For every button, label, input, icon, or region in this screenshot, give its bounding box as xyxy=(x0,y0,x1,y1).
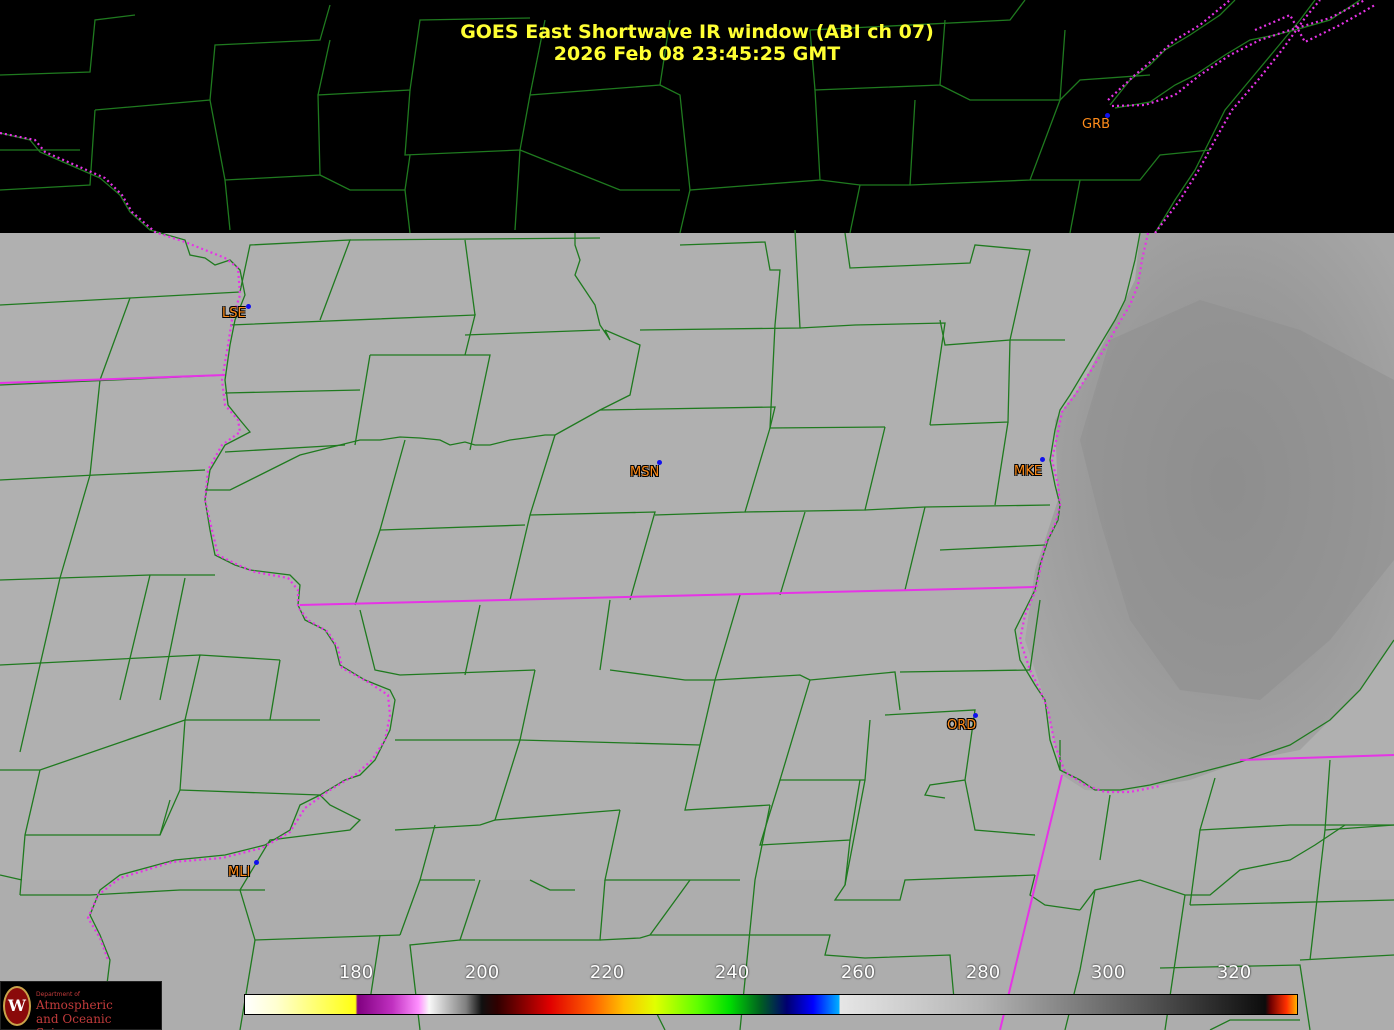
colorbar-tick-240: 240 xyxy=(714,962,750,983)
colorbar-tick-180: 180 xyxy=(338,962,374,983)
university-seal-icon: W xyxy=(3,986,31,1026)
logo-text-line2: and Oceanic Sciences xyxy=(36,1012,112,1030)
colorbar-tick-280: 280 xyxy=(965,962,1001,983)
station-dot-lse xyxy=(246,304,251,309)
station-label-msn: MSN xyxy=(630,465,660,480)
image-title: GOES East Shortwave IR window (ABI ch 07… xyxy=(460,21,934,43)
station-label-ord: ORD xyxy=(947,718,977,733)
logo-dept-text: Department of xyxy=(36,991,80,998)
station-dot-mli xyxy=(254,860,259,865)
colorbar-tick-320: 320 xyxy=(1216,962,1252,983)
temperature-colorbar xyxy=(244,994,1298,1015)
colorbar-tick-300: 300 xyxy=(1090,962,1126,983)
colorbar-gradient xyxy=(245,995,1297,1014)
ssec-aos-logo: W Department of Atmospheric and Oceanic … xyxy=(0,981,162,1030)
logo-text-line1: Atmospheric xyxy=(36,998,113,1012)
station-label-grb: GRB xyxy=(1082,117,1111,132)
station-dot-mke xyxy=(1040,457,1045,462)
station-label-mke: MKE xyxy=(1014,464,1042,479)
station-label-mli: MLI xyxy=(228,865,251,880)
colorbar-tick-220: 220 xyxy=(589,962,625,983)
colorbar-tick-200: 200 xyxy=(464,962,500,983)
satellite-map: GOES East Shortwave IR window (ABI ch 07… xyxy=(0,0,1394,1030)
map-canvas xyxy=(0,0,1394,1030)
station-label-lse: LSE xyxy=(222,306,246,321)
colorbar-tick-260: 260 xyxy=(840,962,876,983)
image-timestamp: 2026 Feb 08 23:45:25 GMT xyxy=(553,43,841,65)
